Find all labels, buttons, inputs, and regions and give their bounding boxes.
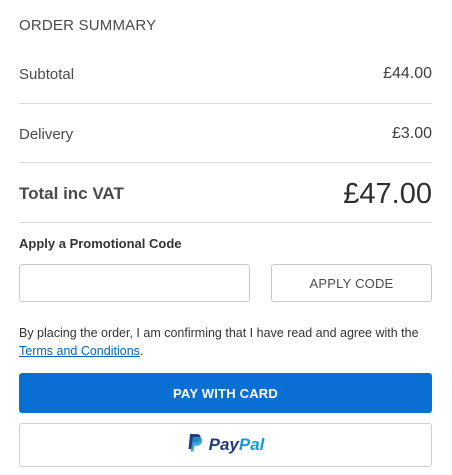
subtotal-value: £44.00 [383, 65, 432, 82]
agreement-text: By placing the order, I am confirming th… [19, 326, 419, 340]
paypal-button[interactable]: PayPal [19, 423, 432, 467]
total-value: £47.00 [343, 177, 432, 210]
promo-code-input[interactable] [19, 264, 250, 302]
paypal-icon [187, 433, 203, 457]
divider [19, 222, 432, 223]
divider [19, 103, 432, 104]
agreement-text-end: . [139, 344, 144, 358]
terms-agreement-text: By placing the order, I am confirming th… [19, 324, 432, 360]
terms-and-conditions-link[interactable]: Terms and Conditions [19, 344, 140, 358]
order-summary-title: ORDER SUMMARY [19, 17, 157, 34]
pay-with-card-button[interactable]: PAY WITH CARD [19, 373, 432, 413]
delivery-label: Delivery [19, 125, 74, 143]
divider [19, 162, 432, 163]
subtotal-label: Subtotal [19, 65, 75, 83]
paypal-wordmark-pay: Pay [208, 435, 239, 454]
promo-code-label: Apply a Promotional Code [19, 236, 182, 251]
delivery-value: £3.00 [391, 125, 432, 142]
delivery-row: Delivery £3.00 [19, 122, 432, 146]
total-row: Total inc VAT £47.00 [19, 175, 432, 213]
paypal-wordmark: PayPal [209, 435, 265, 455]
paypal-wordmark-pal: Pal [238, 435, 265, 454]
total-label: Total inc VAT [19, 184, 124, 203]
subtotal-row: Subtotal £44.00 [19, 62, 432, 86]
apply-code-button[interactable]: APPLY CODE [271, 264, 432, 302]
